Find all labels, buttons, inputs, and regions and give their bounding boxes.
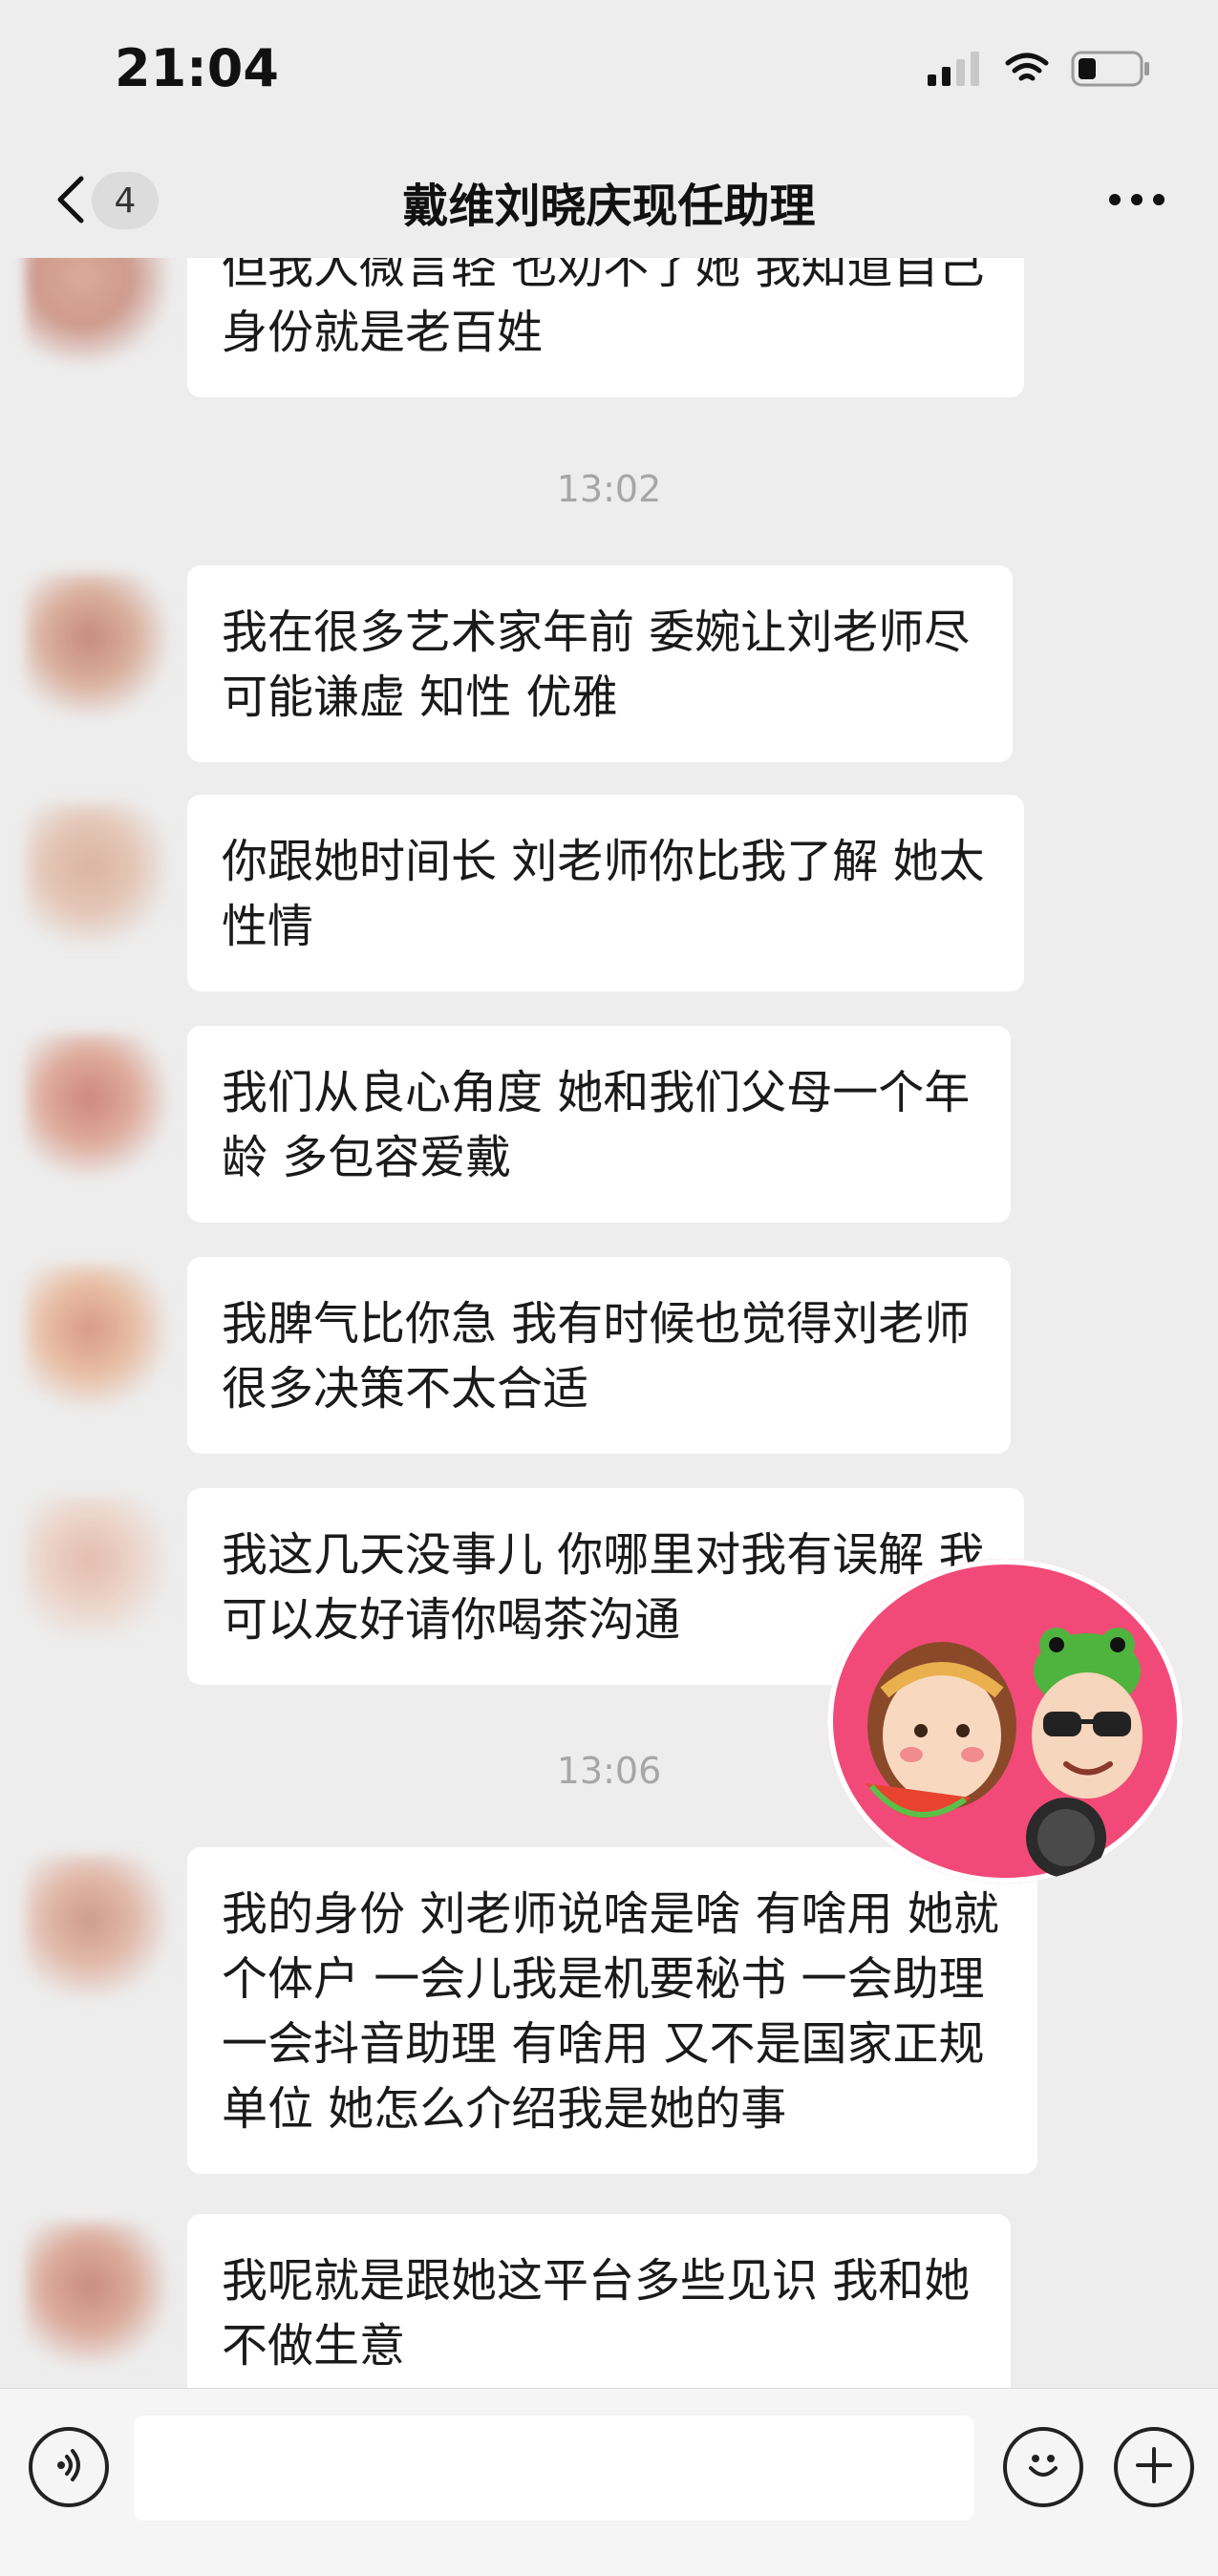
sender-avatar[interactable] xyxy=(25,1855,168,1998)
message-text: 我脾气比你急 我有时候也觉得刘老师很多决策不太合适 xyxy=(222,1297,971,1416)
chat-area[interactable]: 但我人微言轻 也劝不了她 我知道自己身份就是老百姓 13:02 我在很多艺术家年… xyxy=(0,258,1218,2388)
sender-avatar[interactable] xyxy=(25,802,168,946)
emoji-icon xyxy=(1019,2441,1067,2493)
more-button[interactable] xyxy=(1094,172,1180,229)
message-bubble[interactable]: 你跟她时间长 刘老师你比我了解 她太性情 xyxy=(187,795,1024,991)
message-text: 我呢就是跟她这平台多些见识 我和她不做生意 xyxy=(222,2254,971,2373)
sender-avatar[interactable] xyxy=(25,258,168,363)
battery-icon xyxy=(1071,50,1151,92)
status-time: 21:04 xyxy=(115,38,279,98)
message-text: 你跟她时间长 刘老师你比我了解 她太性情 xyxy=(222,835,985,953)
nav-bar: 4 戴维刘晓庆现任助理 xyxy=(0,143,1218,258)
plus-button[interactable] xyxy=(1114,2427,1194,2507)
message-text: 我的身份 刘老师说啥是啥 有啥用 她就个体户 一会儿我是机要秘书 一会助理 一会… xyxy=(222,1887,999,2136)
message-bubble[interactable]: 我们从良心角度 她和我们父母一个年龄 多包容爱戴 xyxy=(187,1026,1011,1223)
voice-button[interactable] xyxy=(29,2427,109,2507)
voice-icon xyxy=(48,2444,90,2490)
plus-icon xyxy=(1130,2441,1178,2493)
sender-avatar[interactable] xyxy=(25,1033,168,1177)
more-dots-icon xyxy=(1108,192,1165,210)
sender-avatar[interactable] xyxy=(25,2222,168,2365)
message-text: 但我人微言轻 也劝不了她 我知道自己身份就是老百姓 xyxy=(222,258,985,359)
sender-avatar[interactable] xyxy=(25,573,168,716)
emoji-button[interactable] xyxy=(1003,2427,1083,2507)
message-bubble[interactable]: 我的身份 刘老师说啥是啥 有啥用 她就个体户 一会儿我是机要秘书 一会助理 一会… xyxy=(187,1847,1037,2174)
status-bar: 21:04 xyxy=(0,0,1218,143)
chat-title: 戴维刘晓庆现任助理 xyxy=(402,180,816,233)
wifi-icon xyxy=(1004,52,1050,90)
message-bubble[interactable]: 但我人微言轻 也劝不了她 我知道自己身份就是老百姓 xyxy=(187,258,1024,397)
signal-icon xyxy=(926,52,983,90)
message-text: 我们从良心角度 她和我们父母一个年龄 多包容爱戴 xyxy=(222,1066,971,1184)
status-icons xyxy=(926,50,1151,92)
input-bar xyxy=(0,2388,1218,2576)
cartoon-sticker xyxy=(827,1559,1183,1884)
message-bubble[interactable]: 我脾气比你急 我有时候也觉得刘老师很多决策不太合适 xyxy=(187,1257,1011,1454)
message-bubble[interactable]: 我呢就是跟她这平台多些见识 我和她不做生意 xyxy=(187,2214,1011,2388)
message-text: 我在很多艺术家年前 委婉让刘老师尽可能谦虚 知性 优雅 xyxy=(222,606,971,724)
message-bubble[interactable]: 我在很多艺术家年前 委婉让刘老师尽可能谦虚 知性 优雅 xyxy=(187,565,1013,762)
sender-avatar[interactable] xyxy=(25,1265,168,1408)
sender-avatar[interactable] xyxy=(25,1496,168,1639)
message-input[interactable] xyxy=(134,2416,974,2521)
timestamp: 13:02 xyxy=(556,468,662,510)
